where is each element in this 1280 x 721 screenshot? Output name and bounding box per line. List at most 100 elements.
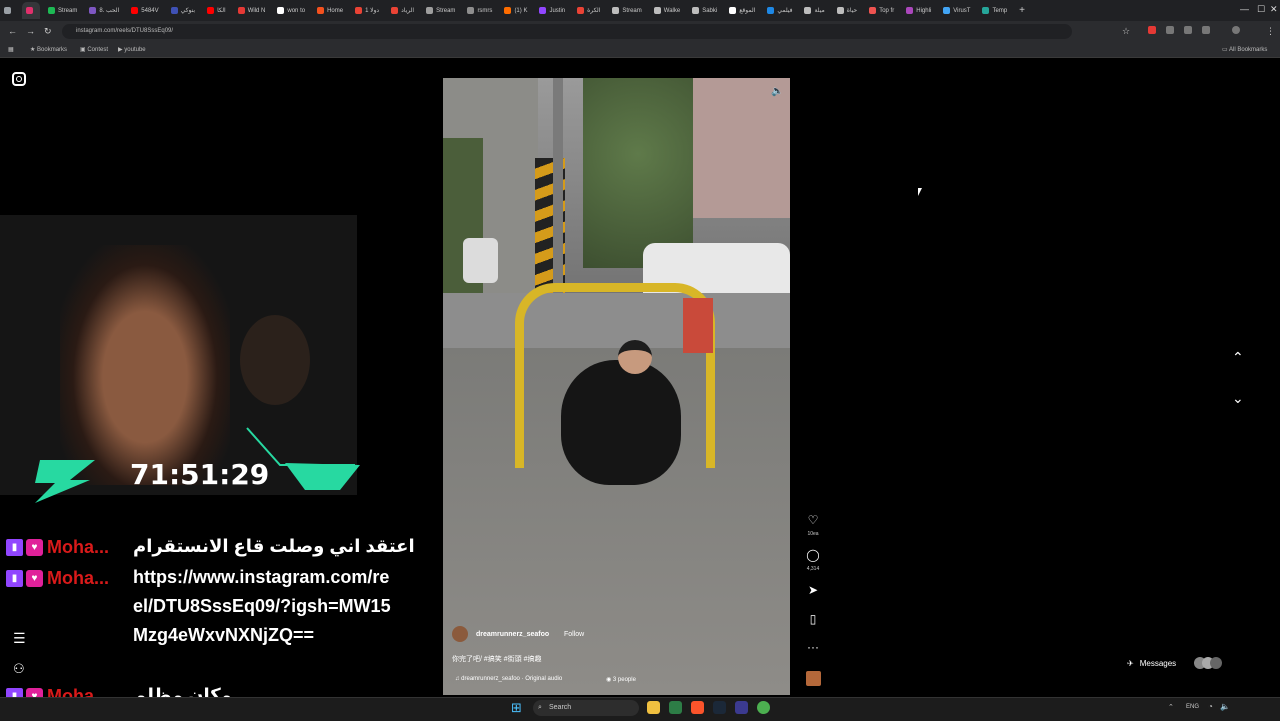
tab-label: won to [287, 7, 306, 14]
windows-start-icon[interactable]: ⊞ [511, 700, 522, 716]
browser-tab[interactable]: الموقع [725, 2, 759, 19]
language-indicator[interactable]: ENG [1186, 704, 1199, 710]
chevron-up-icon[interactable]: ⌃ [1232, 349, 1244, 366]
like-icon[interactable]: ♡ [805, 513, 821, 527]
heart-badge-icon: ♥ [26, 539, 43, 556]
browser-tab[interactable]: (1) K [500, 2, 531, 19]
browser-tab[interactable]: Sabki [688, 2, 721, 19]
brave-icon[interactable] [691, 701, 704, 714]
browser-tab[interactable]: Stream [44, 2, 81, 19]
back-icon[interactable]: ← [8, 26, 17, 36]
browser-tab[interactable]: الرياد [387, 2, 418, 19]
bookmark-item[interactable]: ▣ Contest [80, 46, 108, 53]
tray-chevron-icon[interactable]: ⌃ [1168, 703, 1174, 711]
browser-tab[interactable]: Wild N [234, 2, 270, 19]
tab-label: الكرة [587, 8, 601, 14]
audio-label[interactable]: ♫ dreamrunnerz_seafoo · Original audio [455, 676, 562, 682]
messages-button[interactable]: ✈ Messages [1127, 657, 1223, 669]
premiere-icon[interactable] [735, 701, 748, 714]
comment-icon[interactable]: ◯ [805, 548, 821, 562]
minimize-icon[interactable]: — [1240, 4, 1249, 14]
browser-tab[interactable]: فيلمي [763, 2, 796, 19]
network-icon[interactable]: ◔ [1208, 702, 1213, 711]
browser-tab[interactable]: دولا 1 [351, 2, 383, 19]
browser-tab[interactable]: ميلة [800, 2, 828, 19]
menu-icon[interactable]: ⋮ [1266, 26, 1275, 37]
browser-tab[interactable]: won to [273, 2, 309, 19]
more-icon[interactable]: ··· [805, 640, 821, 654]
browser-tab[interactable]: Stream [608, 2, 645, 19]
browser-tab[interactable]: بنوكي [167, 2, 199, 19]
browser-tab[interactable]: Justin [535, 2, 569, 19]
close-icon[interactable]: ✕ [1270, 4, 1278, 15]
browser-tab[interactable]: الكا [203, 2, 230, 19]
forward-icon[interactable]: → [26, 26, 35, 36]
tree [583, 78, 693, 268]
browser-tab[interactable]: Walke [650, 2, 684, 19]
bookmark-icon[interactable]: ▯ [805, 612, 821, 626]
tab-favicon-icon [48, 7, 55, 14]
browser-tab[interactable]: 8. الحب [85, 2, 123, 19]
address-bar[interactable]: instagram.com/reels/DTU8SssEq09/ [62, 24, 1072, 39]
chrome-icon[interactable] [757, 701, 770, 714]
tab-favicon-icon [131, 7, 139, 14]
chat-message: ▮ ♥ Moha... https://www.instagram.com/ree… [6, 567, 391, 650]
browser-tab[interactable]: Stream [422, 2, 459, 19]
maximize-icon[interactable]: ☐ [1257, 4, 1265, 15]
browser-tab[interactable]: الكرة [573, 2, 604, 19]
extension-icon[interactable] [1166, 26, 1174, 34]
bookmark-item[interactable]: ▶ youtube [118, 46, 146, 53]
tagged-people[interactable]: ◉ 3 people [606, 676, 636, 683]
extension-icon[interactable] [1148, 26, 1156, 34]
audio-thumbnail[interactable] [806, 671, 821, 686]
paper-plane-icon: ✈ [1127, 658, 1134, 668]
tab-label: الرياد [401, 8, 415, 14]
follow-button[interactable]: Follow [564, 631, 584, 638]
extension-icon[interactable] [1184, 26, 1192, 34]
browser-tab[interactable] [22, 2, 40, 19]
browser-tab[interactable]: Top fr [865, 2, 898, 19]
browser-tab[interactable]: rsmrs [463, 2, 496, 19]
new-tab-icon[interactable]: + [1019, 5, 1025, 16]
reel-username[interactable]: dreamrunnerz_seafoo [476, 631, 549, 638]
tab-label: Top fr [879, 7, 895, 14]
tab-favicon-icon [869, 7, 877, 14]
star-icon[interactable]: ☆ [1122, 26, 1130, 37]
app-icon[interactable] [669, 701, 682, 714]
tab-favicon-icon [539, 7, 547, 14]
avatar[interactable] [452, 626, 468, 642]
tab-favicon-icon [729, 7, 737, 14]
browser-tab[interactable]: VirusT [939, 2, 974, 19]
profile-icon[interactable] [1232, 26, 1240, 34]
extensions-icon[interactable] [1202, 26, 1210, 34]
twitch-icon: ▮ [6, 570, 23, 587]
browser-tab[interactable]: Highli [902, 2, 935, 19]
browser-tab[interactable]: Home [313, 2, 347, 19]
instagram-icon[interactable] [12, 72, 26, 86]
steam-icon[interactable] [713, 701, 726, 714]
reel-video[interactable]: dreamrunnerz_seafoo Follow 你完了吧/ #搞笑 #街頭… [443, 78, 790, 695]
lamp [240, 315, 310, 405]
volume-icon[interactable]: 🔈 [1220, 702, 1230, 711]
browser-tab[interactable]: Temp [978, 2, 1011, 19]
reload-icon[interactable]: ↻ [44, 26, 52, 37]
utility-pole [553, 78, 563, 318]
browser-tab[interactable] [0, 2, 18, 19]
apps-icon[interactable]: ▦ [8, 46, 14, 53]
tab-label: دولا 1 [365, 8, 380, 14]
all-bookmarks[interactable]: ▭ All Bookmarks [1222, 46, 1267, 53]
chevron-down-icon[interactable]: ⌄ [1232, 390, 1244, 407]
browser-tab[interactable]: حياة [833, 2, 862, 19]
speaker-icon[interactable]: 🔈 [771, 86, 783, 97]
bookmarks-bar: ▦ ★ Bookmarks ▣ Contest ▶ youtube ▭ All … [0, 42, 1280, 58]
more-options-icon[interactable]: ⚇ [13, 661, 25, 677]
taskbar-search[interactable]: ⌕ Search [533, 700, 639, 716]
browser-tab[interactable]: 5484V [127, 2, 162, 19]
file-explorer-icon[interactable] [647, 701, 660, 714]
taskbar [0, 697, 1280, 721]
stream-timer: 71:51:29 [130, 458, 270, 491]
tab-favicon-icon [767, 7, 775, 14]
bookmark-item[interactable]: ★ Bookmarks [30, 46, 67, 53]
mouse-cursor-icon [918, 188, 922, 196]
share-icon[interactable]: ➤ [805, 583, 821, 597]
